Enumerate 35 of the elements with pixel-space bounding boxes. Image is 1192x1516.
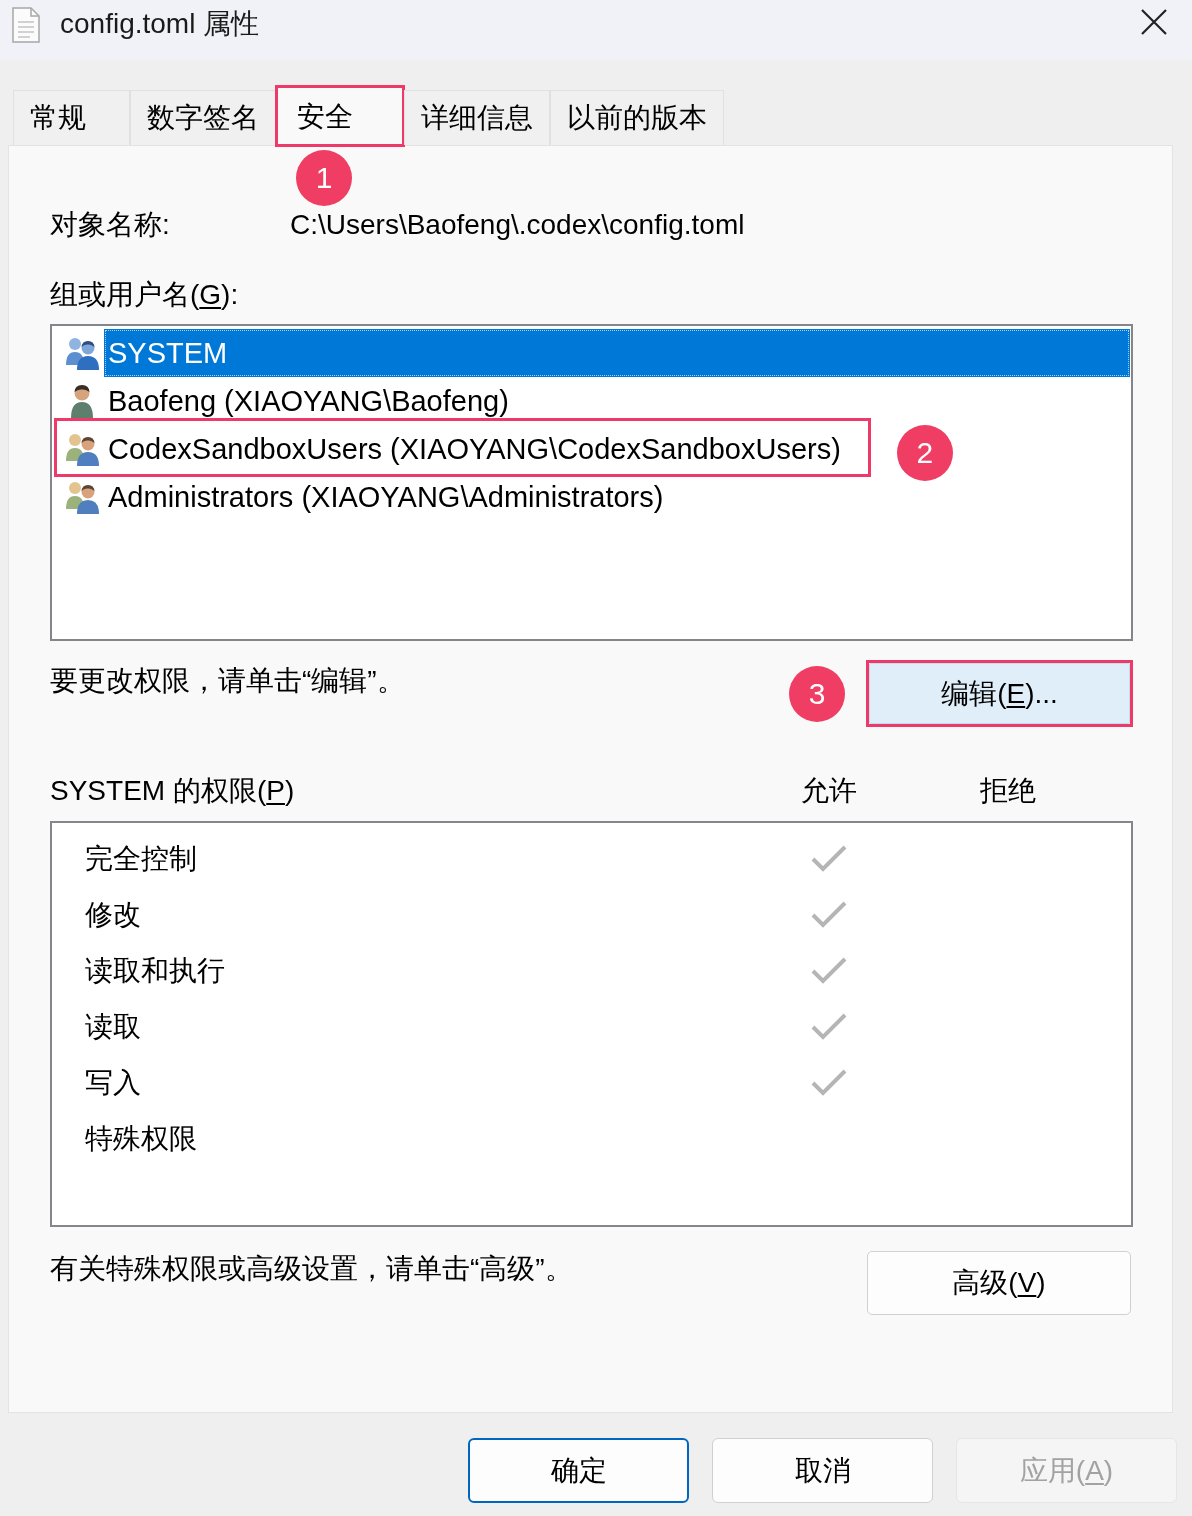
permission-name: 写入 <box>85 1066 141 1100</box>
user-list-item[interactable]: SYSTEM <box>104 329 1130 377</box>
dialog-button[interactable]: 确定 <box>468 1438 689 1503</box>
step-marker: 2 <box>896 425 953 481</box>
document-icon <box>12 7 40 43</box>
close-icon <box>1141 9 1167 35</box>
permission-name: 读取和执行 <box>85 954 225 988</box>
permission-name: 完全控制 <box>85 842 197 876</box>
user-list-item[interactable]: Administrators (XIAOYANG\Administrators) <box>104 473 668 521</box>
step-marker: 3 <box>789 665 845 722</box>
people-icon <box>64 431 100 467</box>
advanced-button[interactable]: 高级(V) <box>867 1251 1131 1315</box>
properties-tab[interactable]: 详细信息 <box>404 90 550 145</box>
permissions-label: SYSTEM 的权限(P) <box>50 774 295 808</box>
column-header: 允许 <box>801 774 857 808</box>
object-name-label: 对象名称: <box>50 208 171 242</box>
people-icon <box>64 479 100 515</box>
window-title: config.toml 属性 <box>60 7 260 41</box>
user-list-item[interactable]: CodexSandboxUsers (XIAOYANG\CodexSandboxUsers) <box>104 425 845 473</box>
properties-tab[interactable]: 常规 <box>13 90 130 145</box>
properties-tab[interactable]: 以前的版本 <box>550 90 724 145</box>
permission-name: 特殊权限 <box>85 1122 197 1156</box>
people-icon <box>64 335 100 371</box>
dialog-button[interactable]: 取消 <box>712 1438 933 1503</box>
properties-tab[interactable]: 数字签名 <box>130 90 276 145</box>
object-path-text: C:\Users\Baofeng\.codex\config.toml <box>290 208 745 242</box>
permission-name: 修改 <box>85 898 141 932</box>
edit-hint-text: 要更改权限，请单击“编辑”。 <box>50 664 405 698</box>
group-list-label: 组或用户名(G): <box>50 278 239 312</box>
advanced-hint-text: 有关特殊权限或高级设置，请单击“高级”。 <box>50 1252 573 1286</box>
edit-button[interactable]: 编辑(E)... <box>869 663 1130 724</box>
user-list-item[interactable]: Baofeng (XIAOYANG\Baofeng) <box>104 377 513 425</box>
column-header: 拒绝 <box>980 774 1036 808</box>
close-button[interactable] <box>1139 7 1169 37</box>
permission-name: 读取 <box>85 1010 141 1044</box>
